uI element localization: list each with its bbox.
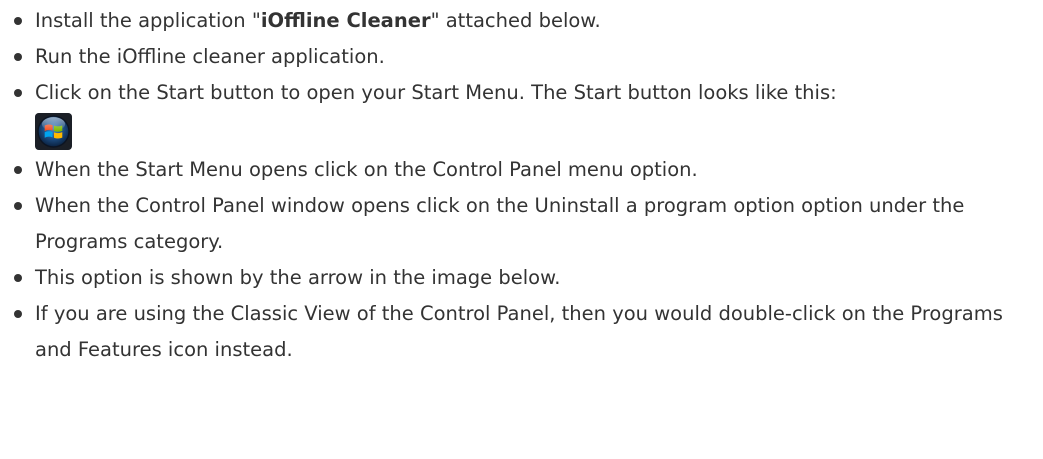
bullet-icon [14,53,22,61]
bullet-icon [14,89,22,97]
bullet-icon [14,17,22,25]
list-item: When the Control Panel window opens clic… [0,188,1043,260]
bullet-icon [14,274,22,282]
list-item: This option is shown by the arrow in the… [0,260,1043,296]
bullet-icon [14,310,22,318]
bullet-icon [14,166,22,174]
step-text-suffix: " attached below. [430,9,601,32]
list-item: Install the application "iOffline Cleane… [0,3,1043,39]
step-text: When the Control Panel window opens clic… [35,194,965,253]
step-text: Run the iOffline cleaner application. [35,45,385,68]
windows-start-button-icon [35,113,72,150]
list-item: Click on the Start button to open your S… [0,75,1043,150]
instruction-list: Install the application "iOffline Cleane… [0,3,1043,368]
list-item: When the Start Menu opens click on the C… [0,152,1043,188]
step-text: Click on the Start button to open your S… [35,81,837,104]
bullet-icon [14,202,22,210]
step-text: This option is shown by the arrow in the… [35,266,561,289]
list-item: If you are using the Classic View of the… [0,296,1043,368]
list-item: Run the iOffline cleaner application. [0,39,1043,75]
step-text: When the Start Menu opens click on the C… [35,158,698,181]
step-text: If you are using the Classic View of the… [35,302,1003,361]
step-text-prefix: Install the application " [35,9,261,32]
app-name: iOffline Cleaner [260,9,431,32]
